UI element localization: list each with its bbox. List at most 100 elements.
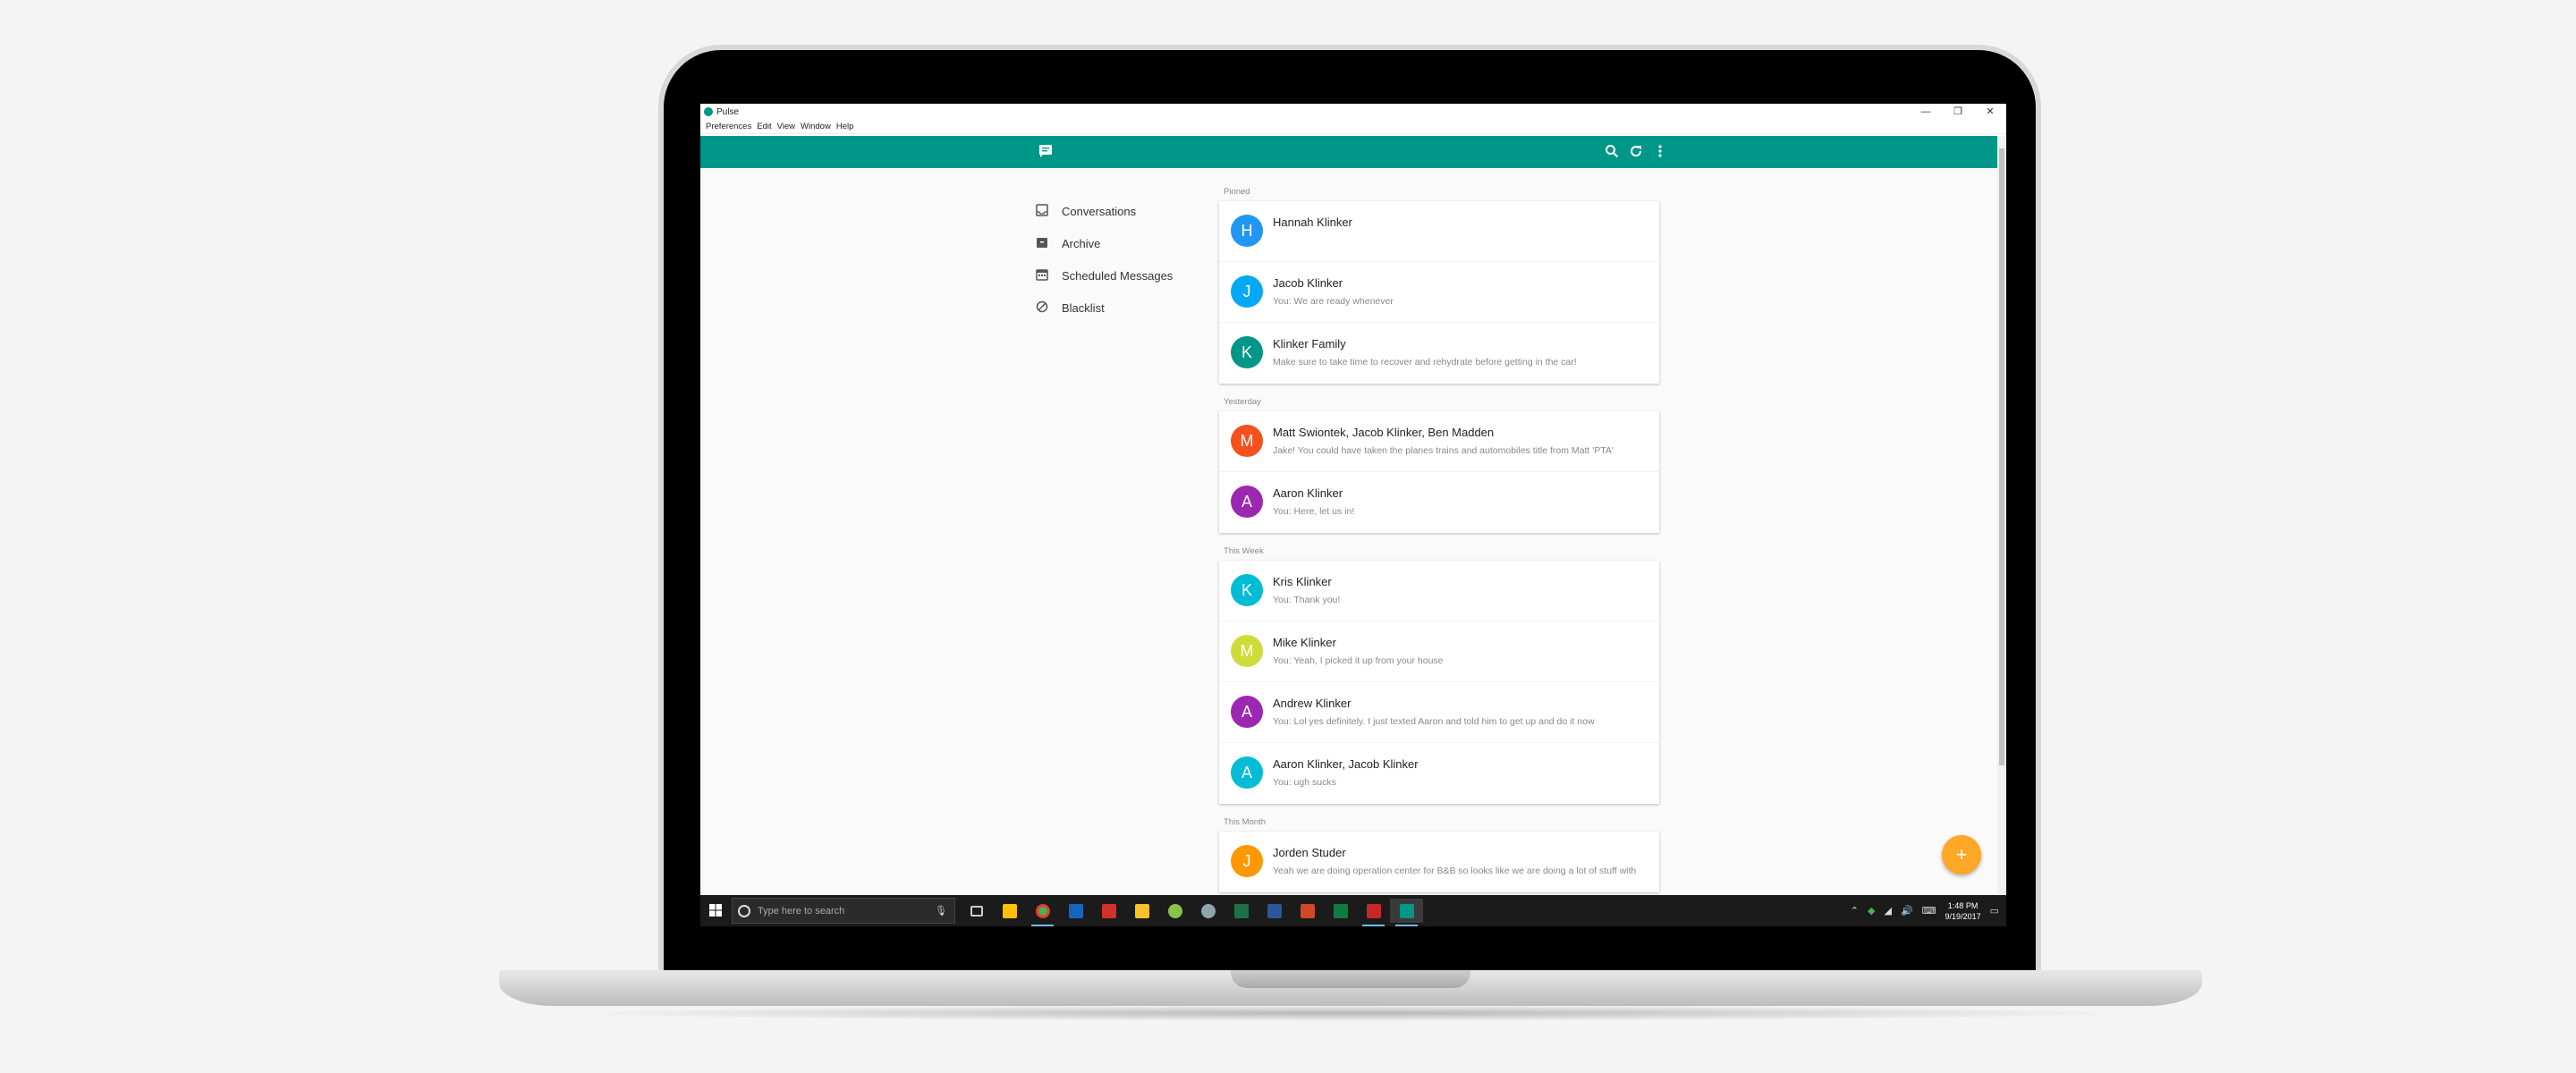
- conversation-row[interactable]: K Klinker Family Make sure to take time …: [1219, 323, 1659, 384]
- avatar: A: [1231, 486, 1263, 518]
- menu-edit[interactable]: Edit: [757, 122, 771, 131]
- pulse-taskbar-icon[interactable]: [1390, 899, 1423, 926]
- excel-icon[interactable]: [1224, 899, 1258, 923]
- app-icon[interactable]: [1158, 899, 1191, 923]
- compose-fab[interactable]: +: [1942, 835, 1981, 874]
- contact-name: Andrew Klinker: [1273, 697, 1352, 710]
- nav-conversations[interactable]: Conversations: [1035, 200, 1136, 222]
- shield-icon[interactable]: [1357, 899, 1390, 926]
- conversation-row[interactable]: A Aaron Klinker, Jacob Klinker You: ugh …: [1219, 743, 1659, 804]
- word-icon[interactable]: [1258, 899, 1291, 923]
- nav-archive[interactable]: Archive: [1035, 232, 1100, 254]
- clock-time: 1:48 PM: [1947, 900, 1979, 910]
- minimize-button[interactable]: —: [1910, 104, 1942, 120]
- window-title: Pulse: [716, 106, 740, 117]
- archive-icon: [1035, 236, 1049, 250]
- menu-view[interactable]: View: [777, 122, 795, 131]
- block-icon: [1035, 300, 1049, 315]
- inbox-icon: [1035, 204, 1049, 218]
- contact-name: Matt Swiontek, Jacob Klinker, Ben Madden: [1273, 426, 1495, 439]
- avatar: J: [1231, 845, 1263, 877]
- volume-icon[interactable]: 🔊: [1901, 905, 1913, 917]
- message-snippet: Yeah we are doing operation center for B…: [1273, 866, 1637, 876]
- notification-icon[interactable]: ▭: [1990, 905, 1999, 917]
- refresh-icon[interactable]: [1628, 144, 1644, 160]
- calculator-icon[interactable]: [1059, 899, 1092, 923]
- menu-preferences[interactable]: Preferences: [706, 122, 751, 131]
- conversation-row[interactable]: M Mike Klinker You: Yeah, I picked it up…: [1219, 621, 1659, 682]
- message-icon[interactable]: [1038, 144, 1054, 160]
- app-icon[interactable]: [1092, 899, 1125, 923]
- avatar: H: [1231, 215, 1263, 247]
- contact-name: Klinker Family: [1273, 337, 1346, 351]
- taskbar-clock[interactable]: 1:48 PM 9/19/2017: [1945, 900, 1981, 922]
- chrome-icon[interactable]: [1026, 899, 1059, 926]
- avatar: M: [1231, 635, 1263, 667]
- taskbar-search-placeholder: Type here to search: [758, 905, 845, 917]
- windows-start-icon[interactable]: [709, 904, 722, 917]
- contact-name: Aaron Klinker, Jacob Klinker: [1273, 757, 1419, 771]
- conversation-row[interactable]: A Aaron Klinker You: Here, let us in!: [1219, 472, 1659, 533]
- file-explorer-icon[interactable]: [993, 899, 1026, 923]
- restore-button[interactable]: ❐: [1942, 104, 1974, 120]
- message-snippet: Jake! You could have taken the planes tr…: [1273, 445, 1614, 456]
- menu-window[interactable]: Window: [801, 122, 831, 131]
- microphone-icon[interactable]: 🎙: [935, 905, 947, 917]
- close-button[interactable]: ✕: [1974, 104, 2006, 120]
- screen: Pulse — ❐ ✕ Preferences Edit View Window…: [700, 104, 2006, 926]
- window-titlebar: Pulse — ❐ ✕: [700, 104, 2006, 120]
- conversation-card: K Kris Klinker You: Thank you! M Mike Kl…: [1219, 561, 1659, 804]
- conversation-card: M Matt Swiontek, Jacob Klinker, Ben Madd…: [1219, 411, 1659, 533]
- contact-name: Jacob Klinker: [1273, 276, 1343, 290]
- more-vert-icon[interactable]: [1652, 144, 1668, 160]
- nav-archive-label: Archive: [1062, 236, 1101, 250]
- conversation-row[interactable]: J Jorden Studer Yeah we are doing operat…: [1219, 832, 1659, 892]
- scrollbar[interactable]: [1997, 136, 2006, 895]
- message-snippet: You: Thank you!: [1273, 595, 1341, 605]
- avatar: M: [1231, 425, 1263, 457]
- window-controls: — ❐ ✕: [1910, 104, 2006, 120]
- conversation-row[interactable]: A Andrew Klinker You: Lol yes definitely…: [1219, 682, 1659, 743]
- avatar: K: [1231, 574, 1263, 606]
- app-icon[interactable]: [1191, 899, 1224, 923]
- contact-name: Mike Klinker: [1273, 636, 1336, 649]
- section-label: Yesterday: [1224, 397, 1261, 407]
- message-snippet: You: We are ready whenever: [1273, 296, 1394, 307]
- section-label: This Week: [1224, 546, 1264, 556]
- chevron-up-icon[interactable]: ⌃: [1851, 905, 1859, 917]
- avatar: A: [1231, 696, 1263, 728]
- avatar: A: [1231, 756, 1263, 789]
- laptop-notch: [1231, 970, 1470, 988]
- menu-help[interactable]: Help: [836, 122, 854, 131]
- contact-name: Hannah Klinker: [1273, 215, 1352, 229]
- message-snippet: Make sure to take time to recover and re…: [1273, 357, 1577, 368]
- message-snippet: You: Yeah, I picked it up from your hous…: [1273, 655, 1444, 666]
- conversation-row[interactable]: K Kris Klinker You: Thank you!: [1219, 561, 1659, 621]
- powerpoint-icon[interactable]: [1291, 899, 1324, 923]
- conversation-row[interactable]: M Matt Swiontek, Jacob Klinker, Ben Madd…: [1219, 411, 1659, 472]
- section-label: This Month: [1224, 817, 1266, 827]
- task-view-icon[interactable]: [960, 899, 993, 923]
- nav-scheduled-messages[interactable]: Scheduled Messages: [1035, 265, 1173, 286]
- nav-conversations-label: Conversations: [1062, 204, 1137, 218]
- nav-scheduled-label: Scheduled Messages: [1062, 268, 1174, 283]
- conversation-card: J Jorden Studer Yeah we are doing operat…: [1219, 832, 1659, 892]
- message-snippet: You: Lol yes definitely. I just texted A…: [1273, 716, 1595, 727]
- search-icon[interactable]: [1604, 144, 1620, 160]
- taskbar-search[interactable]: Type here to search 🎙: [732, 898, 955, 924]
- scrollbar-thumb[interactable]: [1999, 148, 2004, 765]
- notes-icon[interactable]: [1125, 899, 1158, 923]
- menu-bar: Preferences Edit View Window Help: [700, 120, 2006, 134]
- main-content: Conversations Archive Scheduled Messages…: [700, 168, 1997, 895]
- nav-blacklist[interactable]: Blacklist: [1035, 297, 1105, 318]
- message-snippet: You: Here, let us in!: [1273, 506, 1355, 517]
- wifi-icon[interactable]: ◢: [1884, 905, 1891, 917]
- avatar: J: [1231, 275, 1263, 308]
- keyboard-icon[interactable]: ⌨: [1922, 905, 1936, 917]
- clock-date: 9/19/2017: [1945, 911, 1981, 921]
- publisher-icon[interactable]: [1324, 899, 1357, 923]
- tray-app-icon[interactable]: ◆: [1868, 905, 1875, 917]
- conversation-row[interactable]: J Jacob Klinker You: We are ready whenev…: [1219, 262, 1659, 323]
- system-tray: ⌃ ◆ ◢ 🔊 ⌨ 1:48 PM 9/19/2017 ▭: [1842, 895, 1999, 926]
- conversation-row[interactable]: H Hannah Klinker: [1219, 201, 1659, 262]
